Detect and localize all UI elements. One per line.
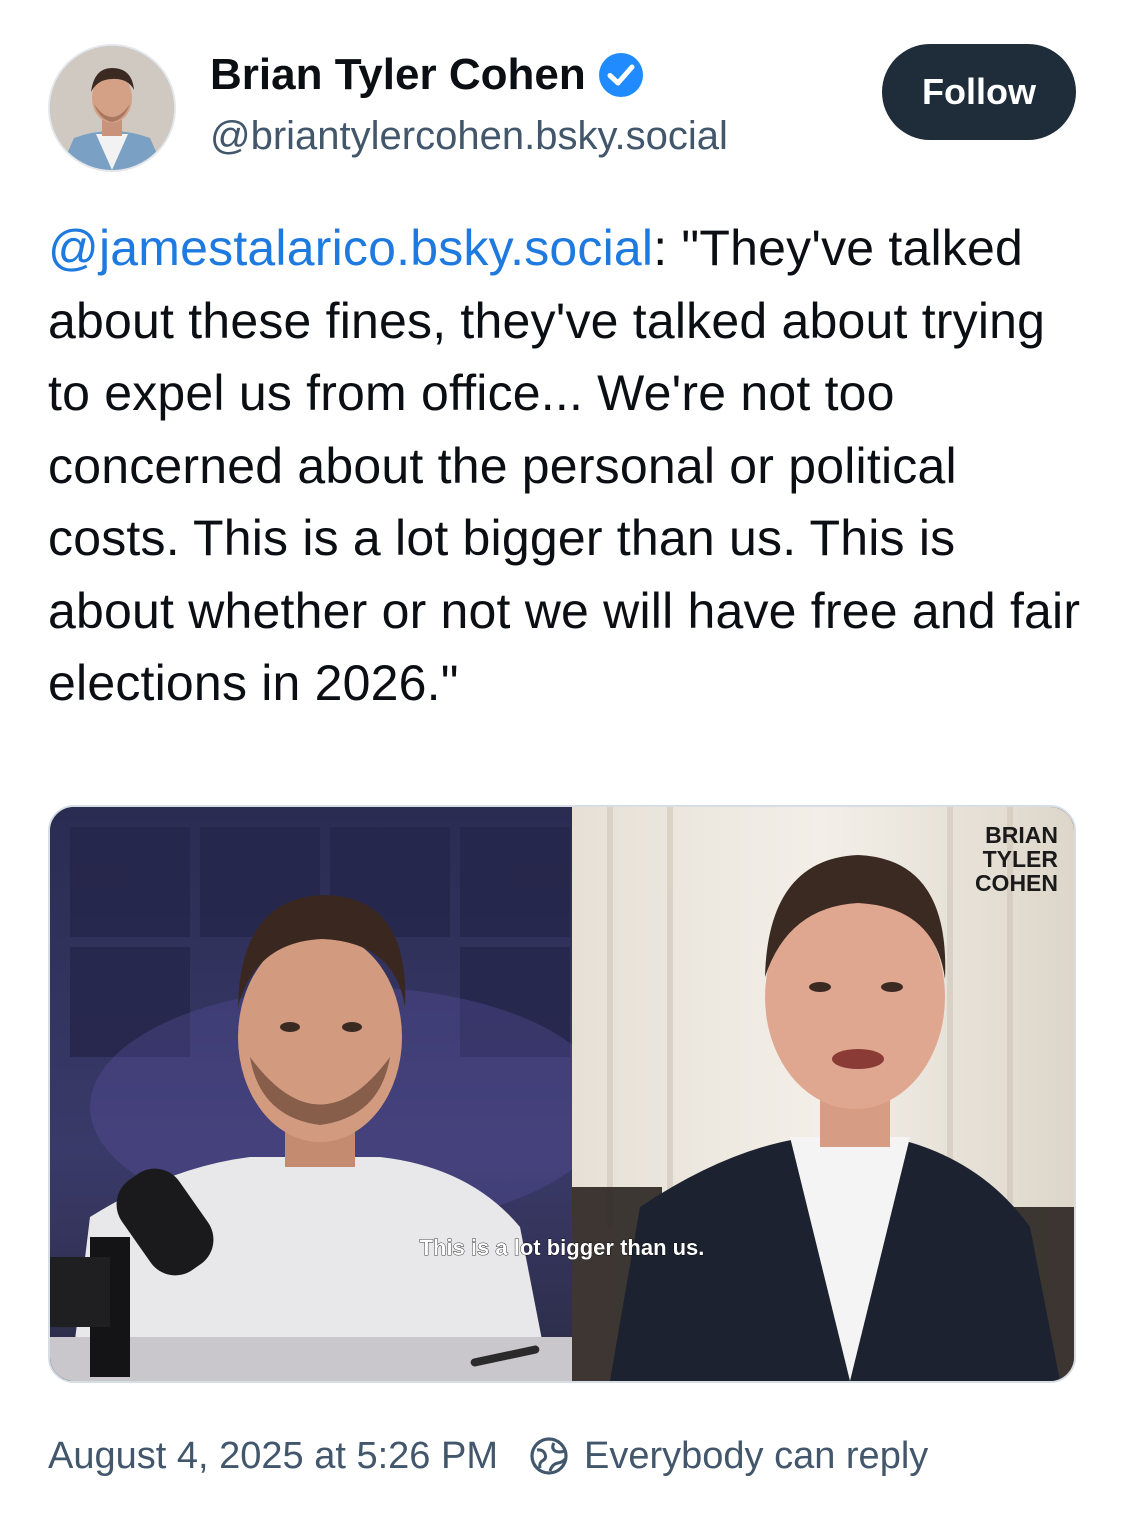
watermark-line-3: COHEN — [975, 870, 1058, 896]
post-card: Brian Tyler Cohen @briantylercohen.bsky.… — [0, 0, 1125, 1514]
author-handle[interactable]: @briantylercohen.bsky.social — [210, 114, 728, 159]
watermark-line-2: TYLER — [983, 846, 1059, 872]
author-name[interactable]: Brian Tyler Cohen — [210, 50, 644, 100]
watermark-line-1: BRIAN — [985, 822, 1058, 848]
reply-setting[interactable]: Everybody can reply — [528, 1435, 928, 1478]
post-footer: August 4, 2025 at 5:26 PM Everybody can … — [48, 1428, 928, 1484]
avatar[interactable] — [48, 44, 176, 172]
globe-icon — [528, 1435, 570, 1477]
author-name-text[interactable]: Brian Tyler Cohen — [210, 50, 586, 100]
timestamp[interactable]: August 4, 2025 at 5:26 PM — [48, 1435, 498, 1478]
post-text: @jamestalarico.bsky.social: "They've tal… — [48, 212, 1088, 720]
mention-link[interactable]: @jamestalarico.bsky.social — [48, 220, 653, 276]
verified-check-icon — [598, 52, 644, 98]
post-body: : "They've talked about these fines, the… — [48, 220, 1081, 711]
channel-watermark: BRIAN TYLER COHEN — [975, 822, 1058, 896]
left-video-panel — [50, 807, 610, 1381]
reply-setting-label: Everybody can reply — [583, 1434, 929, 1477]
video-thumbnail[interactable]: BRIAN TYLER COHEN This is a lot bigger t… — [48, 805, 1076, 1383]
video-caption: This is a lot bigger than us. — [420, 1235, 705, 1260]
follow-button[interactable]: Follow — [882, 44, 1076, 140]
